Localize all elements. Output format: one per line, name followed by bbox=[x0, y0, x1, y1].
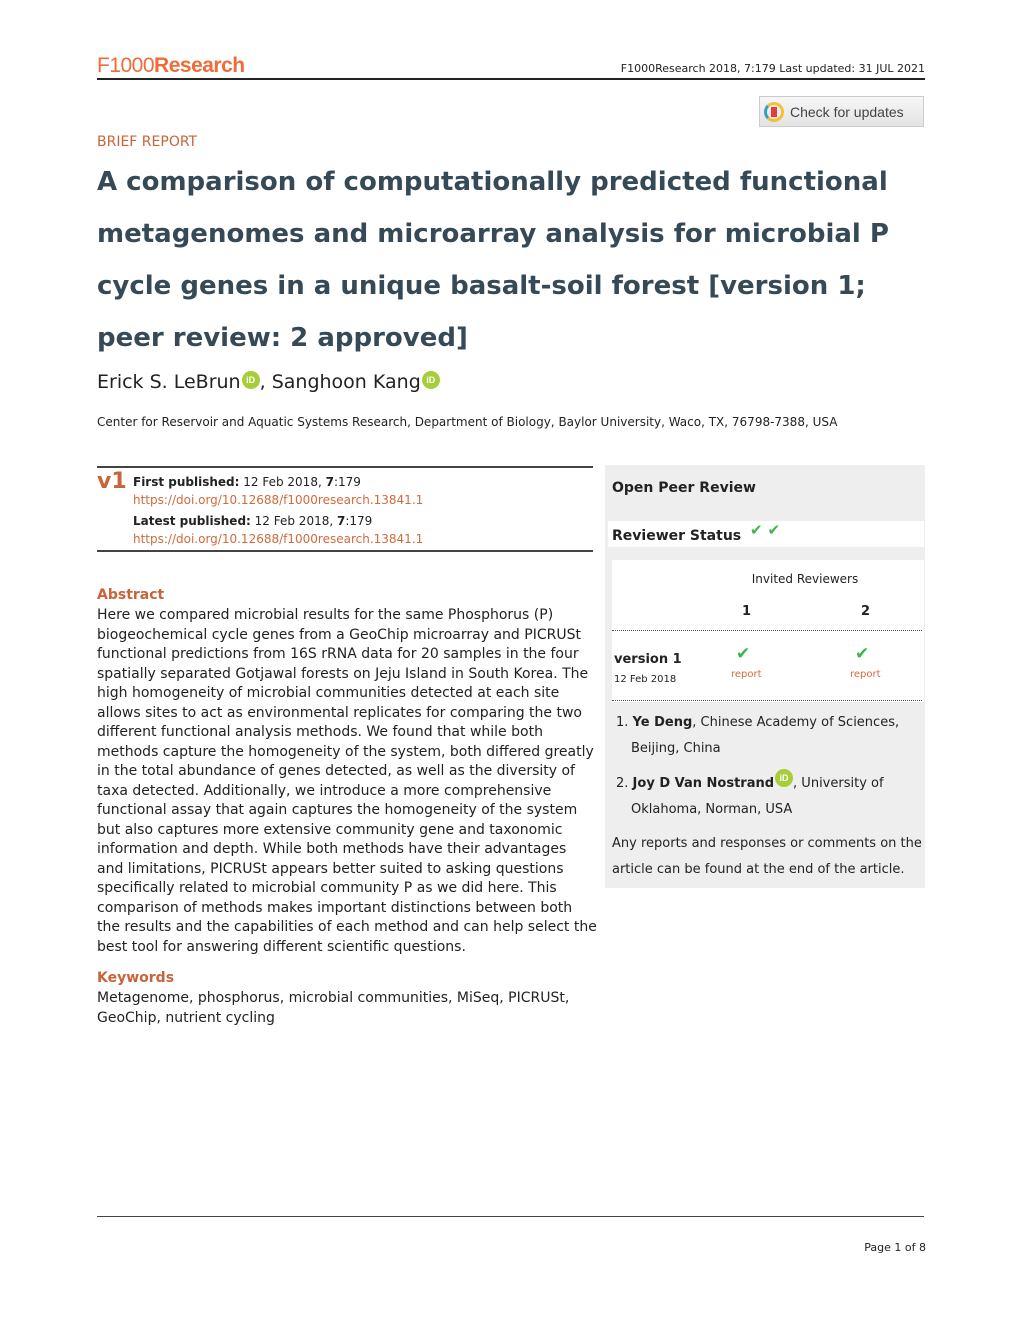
approved-check-icon: ✔ bbox=[855, 644, 870, 664]
reviewer-item: 2. Joy D Van Nostrand iD, University of O… bbox=[616, 769, 916, 823]
author-affiliation: Center for Reservoir and Aquatic Systems… bbox=[97, 415, 838, 429]
latest-doi-link[interactable]: https://doi.org/10.12688/f1000research.1… bbox=[133, 532, 423, 546]
version-label: version 1 bbox=[614, 652, 682, 667]
peer-review-note: Any reports and responses or comments on… bbox=[612, 836, 922, 877]
keywords-text: Metagenome, phosphorus, microbial commun… bbox=[97, 990, 570, 1026]
header-citation: F1000Research 2018, 7:179 Last updated: … bbox=[620, 62, 925, 75]
approved-check-icon: ✔ bbox=[750, 521, 763, 539]
check-for-updates-label: Check for updates bbox=[790, 103, 904, 120]
latest-published-date: 12 Feb 2018, bbox=[250, 514, 337, 528]
version-date: 12 Feb 2018 bbox=[614, 674, 677, 685]
reviewer-affiliation: , Chinese Academy of Sciences, bbox=[692, 715, 900, 730]
page-number: Page 1 of 8 bbox=[864, 1241, 926, 1254]
reviewer-name[interactable]: Joy D Van Nostrand bbox=[633, 776, 775, 791]
f1000research-logo: F1000Research bbox=[97, 54, 245, 78]
first-published-date: 12 Feb 2018, bbox=[239, 475, 326, 489]
author-name[interactable]: Sanghoon Kang bbox=[272, 371, 421, 393]
first-published-label: First published: bbox=[133, 475, 240, 489]
orcid-icon[interactable]: iD bbox=[775, 769, 794, 787]
orcid-icon[interactable]: iD bbox=[241, 371, 260, 389]
reviewer-column-1: 1 bbox=[742, 604, 752, 619]
reviewer-number: 1. bbox=[616, 715, 629, 730]
first-published: First published: 12 Feb 2018, 7:179 bbox=[133, 475, 361, 489]
check-for-updates-button[interactable]: Check for updates bbox=[759, 96, 924, 127]
approved-check-icon: ✔ bbox=[736, 644, 751, 664]
header-divider bbox=[97, 78, 925, 80]
latest-published-label: Latest published: bbox=[133, 514, 251, 528]
article-title: A comparison of computationally predicte… bbox=[97, 156, 927, 364]
logo-part-f1000: F1000 bbox=[97, 54, 155, 77]
open-peer-review-title: Open Peer Review bbox=[612, 480, 756, 496]
reviewer-affiliation-cont: Oklahoma, Norman, USA bbox=[631, 802, 793, 817]
report-link-reviewer-1[interactable]: report bbox=[731, 669, 762, 680]
author-name[interactable]: Erick S. LeBrun bbox=[97, 371, 241, 393]
reviewer-item: 1. Ye Deng, Chinese Academy of Sciences,… bbox=[616, 710, 916, 762]
report-link-reviewer-2[interactable]: report bbox=[850, 669, 881, 680]
author-separator: , bbox=[259, 371, 272, 393]
first-doi-link[interactable]: https://doi.org/10.12688/f1000research.1… bbox=[133, 493, 423, 507]
article-number: :179 bbox=[345, 514, 373, 528]
reviewer-status: Reviewer Status ✔ ✔ bbox=[612, 521, 780, 544]
abstract-heading: Abstract bbox=[97, 587, 165, 603]
reviewer-column-2: 2 bbox=[861, 604, 871, 619]
reviewer-name[interactable]: Ye Deng bbox=[633, 715, 693, 730]
keywords-heading: Keywords bbox=[97, 970, 175, 986]
table-divider bbox=[612, 630, 922, 631]
logo-part-research: Research bbox=[154, 54, 245, 77]
reviewer-status-label: Reviewer Status bbox=[612, 528, 742, 544]
invited-reviewers-label: Invited Reviewers bbox=[751, 572, 859, 586]
approved-check-icon: ✔ bbox=[767, 521, 781, 539]
volume: 7 bbox=[325, 475, 334, 489]
table-divider bbox=[612, 700, 922, 701]
abstract-text: Here we compared microbial results for t… bbox=[97, 607, 597, 955]
orcid-icon[interactable]: iD bbox=[421, 371, 440, 389]
crossmark-icon bbox=[764, 101, 784, 122]
article-type: BRIEF REPORT bbox=[97, 134, 198, 150]
version-badge: v1 bbox=[97, 469, 127, 494]
reviewer-number: 2. bbox=[616, 776, 629, 791]
article-number: :179 bbox=[333, 475, 361, 489]
author-list: Erick S. LeBrun iD, Sanghoon Kang iD bbox=[97, 371, 440, 393]
latest-published: Latest published: 12 Feb 2018, 7:179 bbox=[133, 514, 372, 528]
footer-divider bbox=[97, 1216, 924, 1217]
reviewer-affiliation: , University of bbox=[793, 776, 884, 791]
reviewer-affiliation-cont: Beijing, China bbox=[631, 741, 721, 756]
